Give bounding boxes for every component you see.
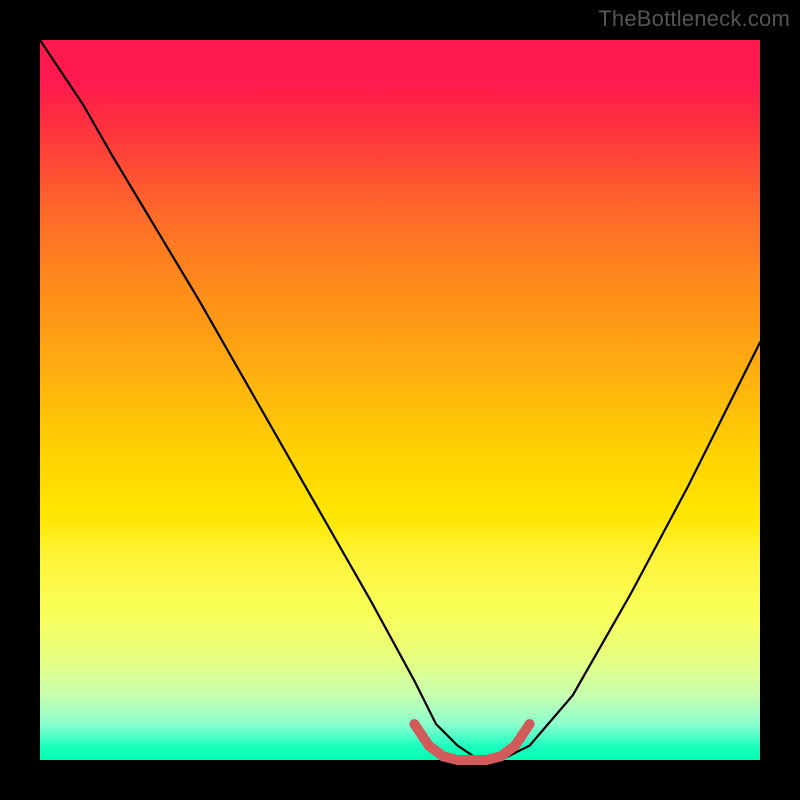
bottleneck-curve [40, 40, 760, 760]
watermark-text: TheBottleneck.com [598, 6, 790, 32]
plot-area [40, 40, 760, 760]
chart-frame: TheBottleneck.com [0, 0, 800, 800]
curve-svg [40, 40, 760, 760]
